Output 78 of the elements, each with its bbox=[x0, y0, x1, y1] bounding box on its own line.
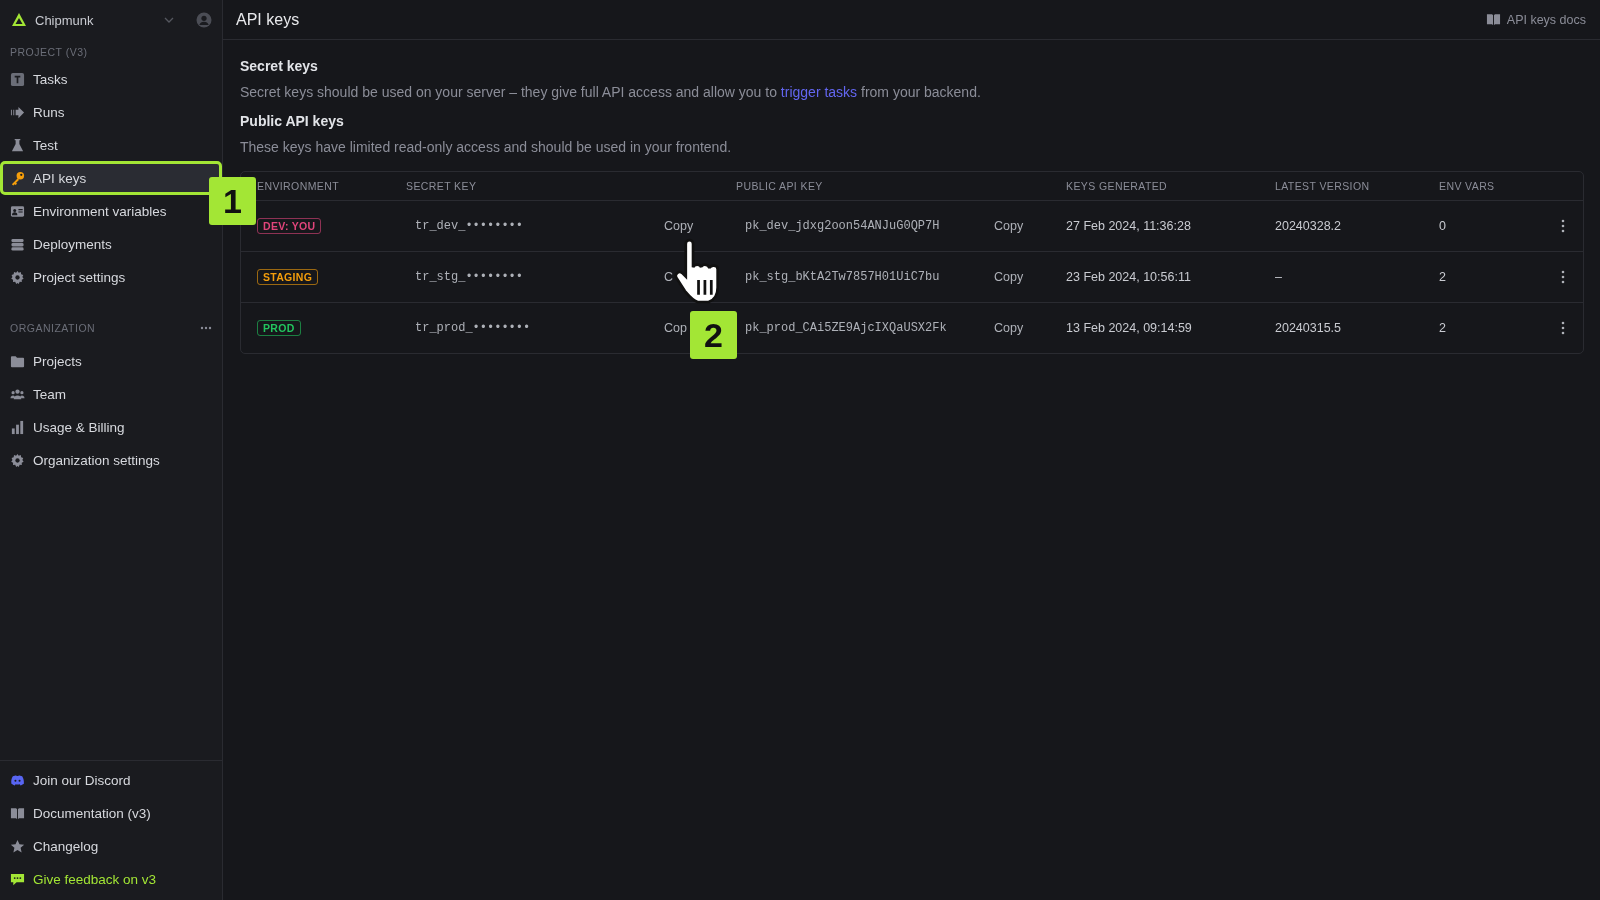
star-icon bbox=[10, 838, 25, 854]
trigger-tasks-link[interactable]: trigger tasks bbox=[780, 84, 858, 100]
table-cell-text: – bbox=[1275, 270, 1283, 284]
copy-button[interactable]: Copy bbox=[994, 270, 1024, 284]
column-header: PUBLIC API KEY bbox=[736, 180, 824, 192]
step-callout: 2 bbox=[690, 311, 737, 359]
section-heading: ORGANIZATION bbox=[10, 322, 96, 334]
table-cell-text: 27 Feb 2024, 11:36:28 bbox=[1066, 219, 1192, 233]
docs-link[interactable]: API keys docs bbox=[1485, 12, 1586, 27]
step-callout: 1 bbox=[209, 177, 256, 225]
sidebar-item[interactable]: Project settings bbox=[2, 262, 206, 292]
table-cell-text: 2 bbox=[1439, 270, 1447, 284]
sidebar-link[interactable]: Give feedback on v3 bbox=[2, 864, 206, 894]
column-header: LATEST VERSION bbox=[1275, 180, 1371, 192]
bar-chart-icon bbox=[10, 419, 25, 435]
description: These keys have limited read-only access and should be used in your frontend. bbox=[240, 139, 733, 155]
section-heading: Public API keys bbox=[240, 113, 345, 129]
column-header: SECRET KEY bbox=[406, 180, 478, 192]
book-icon bbox=[1485, 12, 1501, 27]
sidebar-item[interactable]: Deployments bbox=[2, 229, 206, 259]
settings-icon bbox=[10, 452, 25, 468]
more-icon[interactable] bbox=[1561, 270, 1565, 284]
chat-icon bbox=[10, 871, 25, 887]
sidebar-item[interactable]: Environment variables bbox=[2, 196, 206, 226]
page-title: API keys bbox=[236, 10, 300, 29]
copy-button[interactable]: Cop bbox=[664, 321, 687, 335]
folder-icon bbox=[10, 353, 25, 369]
sidebar-link[interactable]: Changelog bbox=[2, 831, 206, 861]
column-header: KEYS GENERATED bbox=[1066, 180, 1169, 192]
description: Secret keys should be used on your server – they give full API access and allow you to trigger tasks from your backend. bbox=[240, 84, 982, 100]
sidebar-item[interactable]: API keys bbox=[2, 163, 220, 193]
book-icon bbox=[10, 805, 25, 821]
chevron-down-icon[interactable] bbox=[164, 15, 174, 25]
environment-tag: DEV: YOU bbox=[257, 218, 322, 234]
sidebar-item[interactable]: Tasks bbox=[2, 64, 206, 94]
environment-tag: PROD bbox=[257, 320, 301, 336]
environment-tag: STAGING bbox=[257, 269, 319, 285]
table-cell-text: 20240315.5 bbox=[1275, 321, 1343, 335]
discord-icon bbox=[10, 772, 25, 788]
copy-button[interactable]: Copy bbox=[664, 219, 694, 233]
table-cell-text: 0 bbox=[1439, 219, 1447, 233]
more-icon[interactable] bbox=[200, 326, 212, 330]
public-key: pk_prod_CAi5ZE9AjcIXQaUSX2Fk bbox=[736, 321, 994, 335]
secret-key: tr_dev_•••••••• bbox=[406, 219, 664, 233]
sidebar-link[interactable]: Join our Discord bbox=[2, 765, 206, 795]
section-heading: Secret keys bbox=[240, 58, 319, 74]
sidebar-item[interactable]: Team bbox=[2, 379, 206, 409]
secret-key: tr_prod_•••••••• bbox=[406, 321, 664, 335]
sidebar-item[interactable]: Runs bbox=[2, 97, 206, 127]
section-heading: PROJECT (V3) bbox=[10, 46, 88, 58]
sidebar-item[interactable]: Organization settings bbox=[2, 445, 206, 475]
column-header: ENV VARS bbox=[1439, 180, 1496, 192]
more-icon[interactable] bbox=[1561, 219, 1565, 233]
copy-button[interactable]: C bbox=[664, 270, 674, 284]
table-cell-text: 2 bbox=[1439, 321, 1447, 335]
flask-icon bbox=[10, 137, 25, 153]
table-cell-text: 23 Feb 2024, 10:56:11 bbox=[1066, 270, 1192, 284]
settings-icon bbox=[10, 269, 25, 285]
sidebar-item[interactable]: Test bbox=[2, 130, 206, 160]
arrow-icon bbox=[10, 104, 25, 120]
copy-button[interactable]: Copy bbox=[994, 321, 1024, 335]
sidebar-item[interactable]: Usage & Billing bbox=[2, 412, 206, 442]
key-icon bbox=[10, 170, 25, 186]
server-stack-icon bbox=[10, 236, 25, 252]
logo-icon bbox=[11, 12, 27, 28]
task-icon bbox=[10, 71, 25, 87]
public-key: pk_dev_jdxg2oon54ANJuG0QP7H bbox=[736, 219, 994, 233]
public-key: pk_stg_bKtA2Tw7857H01UiC7bu bbox=[736, 270, 994, 284]
column-header: ENVIRONMENT bbox=[257, 180, 340, 192]
sidebar-link[interactable]: Documentation (v3) bbox=[2, 798, 206, 828]
table-cell-text: 20240328.2 bbox=[1275, 219, 1343, 233]
copy-button[interactable]: Copy bbox=[994, 219, 1024, 233]
id-card-icon bbox=[10, 203, 25, 219]
more-icon[interactable] bbox=[1561, 321, 1565, 335]
secret-key: tr_stg_•••••••• bbox=[406, 270, 664, 284]
table-cell-text: 13 Feb 2024, 09:14:59 bbox=[1066, 321, 1193, 335]
organization-name[interactable]: Chipmunk bbox=[35, 12, 94, 28]
sidebar-item[interactable]: Projects bbox=[2, 346, 206, 376]
